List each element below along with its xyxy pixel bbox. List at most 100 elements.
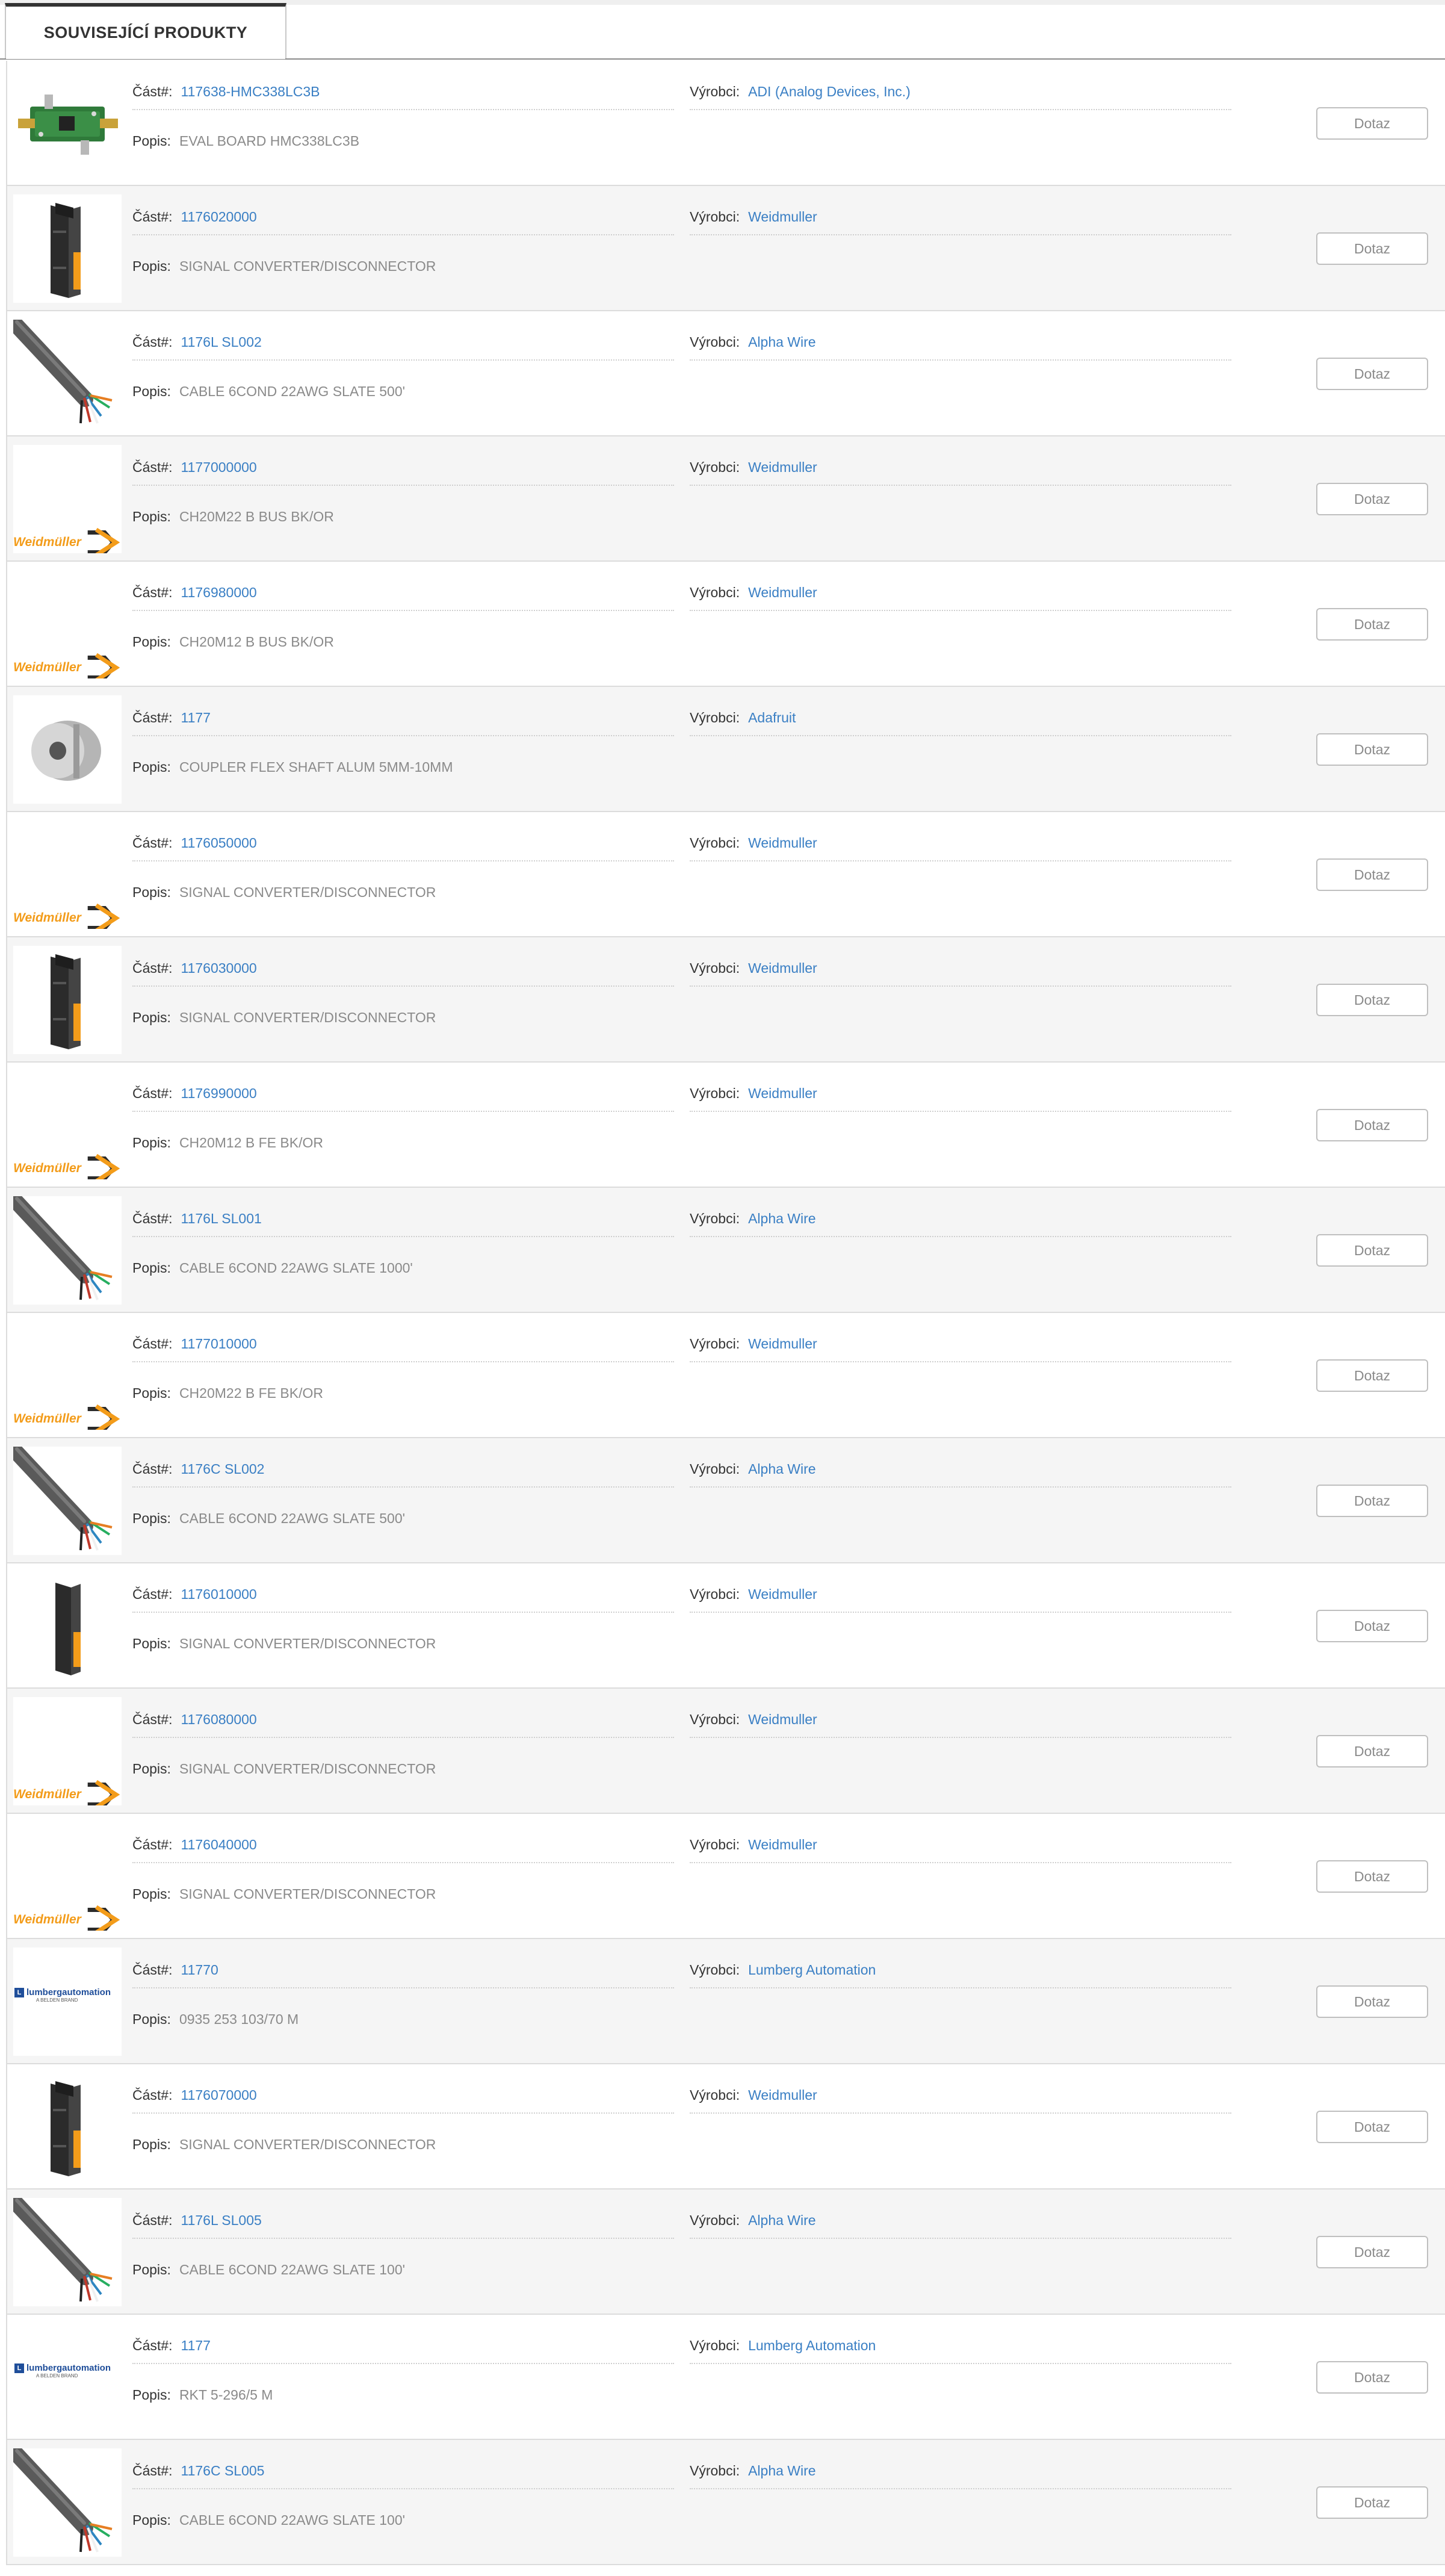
manufacturer-label: Výrobci: <box>690 1586 740 1602</box>
product-thumbnail[interactable]: Weidmüller <box>13 570 122 678</box>
part-number-link[interactable]: 1176980000 <box>181 585 256 600</box>
inquiry-button[interactable]: Dotaz <box>1316 2111 1428 2143</box>
product-thumbnail[interactable] <box>13 320 122 428</box>
inquiry-button[interactable]: Dotaz <box>1316 232 1428 265</box>
manufacturer-link[interactable]: Alpha Wire <box>748 1461 815 1477</box>
inquiry-button[interactable]: Dotaz <box>1316 2361 1428 2394</box>
product-thumbnail[interactable] <box>13 2073 122 2181</box>
manufacturer-link[interactable]: Alpha Wire <box>748 1211 815 1226</box>
part-number-link[interactable]: 1176C SL002 <box>181 1461 264 1477</box>
product-thumbnail[interactable] <box>13 69 122 178</box>
part-number-link[interactable]: 1176010000 <box>181 1586 256 1602</box>
part-number-link[interactable]: 1177 <box>181 2338 210 2353</box>
part-label: Část#: <box>132 1336 173 1352</box>
cable-image <box>13 320 113 424</box>
manufacturer-link[interactable]: Weidmuller <box>748 1586 817 1602</box>
product-thumbnail[interactable] <box>13 194 122 303</box>
inquiry-button[interactable]: Dotaz <box>1316 2236 1428 2268</box>
manufacturer-link[interactable]: Weidmuller <box>748 835 817 851</box>
inquiry-button[interactable]: Dotaz <box>1316 984 1428 1016</box>
manufacturer-link[interactable]: Weidmuller <box>748 1712 817 1727</box>
inquiry-button[interactable]: Dotaz <box>1316 1109 1428 1141</box>
part-number-field: Část#: 1176070000 <box>132 2087 674 2114</box>
product-thumbnail[interactable] <box>13 1572 122 1680</box>
description-label: Popis: <box>132 1385 171 1401</box>
part-number-link[interactable]: 1176L SL002 <box>181 334 261 350</box>
inquiry-button[interactable]: Dotaz <box>1316 1860 1428 1893</box>
description-value: CABLE 6COND 22AWG SLATE 100' <box>179 2262 406 2277</box>
manufacturer-link[interactable]: Alpha Wire <box>748 334 815 350</box>
product-thumbnail[interactable] <box>13 695 122 804</box>
part-number-link[interactable]: 1176040000 <box>181 1837 256 1852</box>
product-thumbnail[interactable] <box>13 2448 122 2557</box>
part-number-link[interactable]: 1177000000 <box>181 459 256 475</box>
product-thumbnail[interactable] <box>13 1447 122 1555</box>
manufacturer-link[interactable]: Weidmuller <box>748 1837 817 1852</box>
inquiry-button[interactable]: Dotaz <box>1316 733 1428 766</box>
product-thumbnail[interactable]: Weidmüller <box>13 821 122 929</box>
manufacturer-link[interactable]: Alpha Wire <box>748 2463 815 2478</box>
manufacturer-link[interactable]: Weidmuller <box>748 960 817 976</box>
description-field: Popis: CH20M12 B BUS BK/OR <box>132 634 674 650</box>
manufacturer-link[interactable]: Adafruit <box>748 710 796 725</box>
inquiry-button[interactable]: Dotaz <box>1316 608 1428 641</box>
part-label: Část#: <box>132 1586 173 1602</box>
inquiry-button[interactable]: Dotaz <box>1316 1985 1428 2018</box>
product-thumbnail[interactable] <box>13 2198 122 2306</box>
part-number-field: Část#: 1176990000 <box>132 1085 674 1112</box>
inquiry-button[interactable]: Dotaz <box>1316 2486 1428 2519</box>
part-number-link[interactable]: 1176080000 <box>181 1712 256 1727</box>
manufacturer-link[interactable]: Lumberg Automation <box>748 2338 876 2353</box>
product-thumbnail[interactable] <box>13 946 122 1054</box>
part-number-link[interactable]: 1176020000 <box>181 209 256 225</box>
product-thumbnail[interactable] <box>13 1196 122 1305</box>
product-thumbnail[interactable]: Weidmüller <box>13 1822 122 1931</box>
inquiry-button[interactable]: Dotaz <box>1316 358 1428 390</box>
manufacturer-link[interactable]: Weidmuller <box>748 585 817 600</box>
manufacturer-link[interactable]: Lumberg Automation <box>748 1962 876 1978</box>
weidmuller-logo-icon <box>87 1153 120 1179</box>
part-number-link[interactable]: 1176050000 <box>181 835 256 851</box>
product-thumbnail[interactable]: L lumbergautomation A BELDEN BRAND <box>13 2323 122 2432</box>
product-row: Část#: 117638-HMC338LC3B Popis: EVAL BOARD… <box>7 61 1445 186</box>
manufacturer-link[interactable]: ADI (Analog Devices, Inc.) <box>748 84 911 99</box>
manufacturer-link[interactable]: Weidmuller <box>748 1085 817 1101</box>
part-number-link[interactable]: 1176L SL001 <box>181 1211 261 1226</box>
manufacturer-link[interactable]: Weidmuller <box>748 1336 817 1352</box>
description-value: RKT 5-296/5 M <box>179 2387 273 2403</box>
product-thumbnail[interactable]: Weidmüller <box>13 1071 122 1179</box>
product-thumbnail[interactable]: Weidmüller <box>13 1321 122 1430</box>
tab-related-products[interactable]: SOUVISEJÍCÍ PRODUKTY <box>5 3 286 58</box>
manufacturer-field: Výrobci: Lumberg Automation <box>690 2338 1231 2364</box>
part-number-link[interactable]: 117638-HMC338LC3B <box>181 84 320 99</box>
part-number-link[interactable]: 11770 <box>181 1962 218 1978</box>
inquiry-button[interactable]: Dotaz <box>1316 107 1428 140</box>
manufacturer-label: Výrobci: <box>690 2087 740 2103</box>
part-number-link[interactable]: 1177 <box>181 710 210 725</box>
manufacturer-link[interactable]: Alpha Wire <box>748 2212 815 2228</box>
product-row: Weidmüller Část#: 1176080000 Popis: SIGNAL… <box>7 1689 1445 1814</box>
manufacturer-label: Výrobci: <box>690 2212 740 2228</box>
inquiry-button[interactable]: Dotaz <box>1316 1735 1428 1768</box>
manufacturer-field: Výrobci: Alpha Wire <box>690 2212 1231 2239</box>
product-thumbnail[interactable]: Weidmüller <box>13 1697 122 1805</box>
part-number-link[interactable]: 1176C SL005 <box>181 2463 264 2478</box>
inquiry-button[interactable]: Dotaz <box>1316 1485 1428 1517</box>
description-field: Popis: 0935 253 103/70 M <box>132 2011 674 2028</box>
part-number-link[interactable]: 1176990000 <box>181 1085 256 1101</box>
inquiry-button[interactable]: Dotaz <box>1316 1610 1428 1642</box>
product-thumbnail[interactable]: L lumbergautomation A BELDEN BRAND <box>13 1948 122 2056</box>
part-number-link[interactable]: 1176070000 <box>181 2087 256 2103</box>
inquiry-button[interactable]: Dotaz <box>1316 1359 1428 1392</box>
manufacturer-link[interactable]: Weidmuller <box>748 459 817 475</box>
part-number-link[interactable]: 1177010000 <box>181 1336 256 1352</box>
inquiry-button[interactable]: Dotaz <box>1316 1234 1428 1267</box>
manufacturer-link[interactable]: Weidmuller <box>748 2087 817 2103</box>
part-number-link[interactable]: 1176L SL005 <box>181 2212 261 2228</box>
inquiry-button[interactable]: Dotaz <box>1316 483 1428 515</box>
description-label: Popis: <box>132 2137 171 2152</box>
manufacturer-link[interactable]: Weidmuller <box>748 209 817 225</box>
inquiry-button[interactable]: Dotaz <box>1316 858 1428 891</box>
part-number-link[interactable]: 1176030000 <box>181 960 256 976</box>
product-thumbnail[interactable]: Weidmüller <box>13 445 122 553</box>
